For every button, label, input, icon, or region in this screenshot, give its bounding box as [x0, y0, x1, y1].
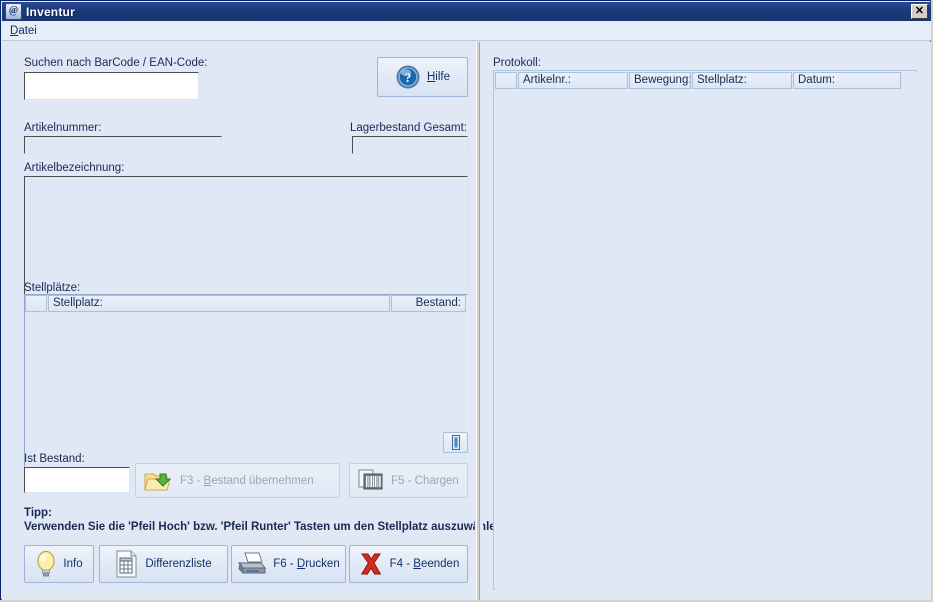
window-title: Inventur: [26, 4, 75, 19]
printer-icon: [237, 551, 267, 577]
stellplaetze-grid-header: Stellplatz: Bestand:: [25, 295, 467, 312]
help-button-label: Hilfe: [426, 71, 450, 83]
protokoll-panel: Artikelnr.: Bewegung: Stellplatz: Datum:: [493, 70, 917, 590]
artikelbezeichnung-label: Artikelbezeichnung:: [24, 162, 125, 174]
lagerbestand-input[interactable]: [352, 136, 468, 154]
folder-import-icon: [144, 468, 174, 494]
protokoll-grid-header: Artikelnr.: Bewegung: Stellplatz: Datum:: [495, 72, 917, 89]
drucken-button-label: F6 - Drucken: [273, 558, 340, 570]
stellplatz-tool-button[interactable]: [443, 432, 468, 453]
document-table-icon: [115, 550, 139, 578]
protokoll-col-artikelnr[interactable]: Artikelnr.:: [518, 72, 628, 89]
beenden-button[interactable]: F4 - Beenden: [349, 545, 468, 583]
info-button-label: Info: [63, 558, 83, 570]
stellplaetze-label: Stellplätze:: [24, 282, 81, 294]
tip-title: Tipp:: [24, 507, 52, 519]
app-root: @ Inventur ✕ Datei Suchen nach BarCode /…: [0, 0, 933, 602]
at-sign-icon: @: [5, 3, 22, 20]
stellplaetze-col-stellplatz[interactable]: Stellplatz:: [47, 295, 391, 312]
content-area: Suchen nach BarCode / EAN-Code: ? Hilfe: [2, 42, 931, 600]
help-question-icon: ?: [395, 64, 421, 90]
barcode-label: Suchen nach BarCode / EAN-Code:: [24, 57, 208, 69]
splitter-grip-icon: [476, 42, 480, 600]
artikelnummer-input[interactable]: [24, 136, 222, 154]
close-icon[interactable]: ✕: [911, 4, 928, 19]
inventur-window: @ Inventur ✕ Datei Suchen nach BarCode /…: [0, 0, 931, 600]
lagerbestand-label: Lagerbestand Gesamt:: [350, 122, 467, 134]
menubar: Datei: [2, 21, 931, 41]
panel-splitter[interactable]: [475, 42, 483, 600]
barcode-input[interactable]: [24, 72, 199, 100]
artikelnummer-label: Artikelnummer:: [24, 122, 102, 134]
protokoll-col-bewegung[interactable]: Bewegung:: [629, 72, 691, 89]
menu-item-datei[interactable]: Datei: [2, 23, 44, 39]
stellplaetze-col-select[interactable]: [25, 295, 47, 312]
bestand-uebernehmen-button[interactable]: F3 - Bestand übernehmen: [135, 463, 340, 498]
barcode-box-icon: [357, 468, 385, 493]
menu-item-datei-label-rest: atei: [18, 24, 37, 37]
stellplaetze-grid-body[interactable]: [25, 312, 467, 468]
protokoll-grid-body[interactable]: [495, 89, 917, 589]
help-button[interactable]: ? Hilfe: [377, 57, 468, 97]
tip-text: Verwenden Sie die 'Pfeil Hoch' bzw. 'Pfe…: [24, 521, 507, 533]
bestand-uebernehmen-label: F3 - Bestand übernehmen: [180, 474, 314, 487]
differenzliste-button[interactable]: Differenzliste: [99, 545, 228, 583]
beenden-button-label: F4 - Beenden: [389, 558, 460, 570]
ist-bestand-label: Ist Bestand:: [24, 453, 85, 465]
stellplaetze-grid[interactable]: Stellplatz: Bestand:: [24, 294, 468, 469]
protokoll-col-select[interactable]: [495, 72, 517, 89]
svg-text:?: ?: [405, 70, 412, 85]
stellplaetze-col-bestand[interactable]: Bestand:: [391, 295, 466, 312]
protokoll-col-datum[interactable]: Datum:: [793, 72, 901, 89]
protokoll-grid[interactable]: Artikelnr.: Bewegung: Stellplatz: Datum:: [495, 72, 917, 590]
protokoll-label: Protokoll:: [493, 57, 541, 69]
titlebar: @ Inventur ✕: [2, 2, 931, 21]
chargen-button[interactable]: F5 - Chargen: [349, 463, 468, 498]
chargen-label: F5 - Chargen: [391, 474, 459, 487]
info-button[interactable]: Info: [24, 545, 94, 583]
protokoll-col-stellplatz[interactable]: Stellplatz:: [692, 72, 792, 89]
differenzliste-button-label: Differenzliste: [145, 558, 212, 570]
ist-bestand-input[interactable]: [24, 467, 130, 493]
measure-column-icon: [450, 435, 462, 450]
red-x-icon: [358, 551, 384, 577]
lightbulb-icon: [35, 550, 57, 578]
drucken-button[interactable]: F6 - Drucken: [231, 545, 346, 583]
